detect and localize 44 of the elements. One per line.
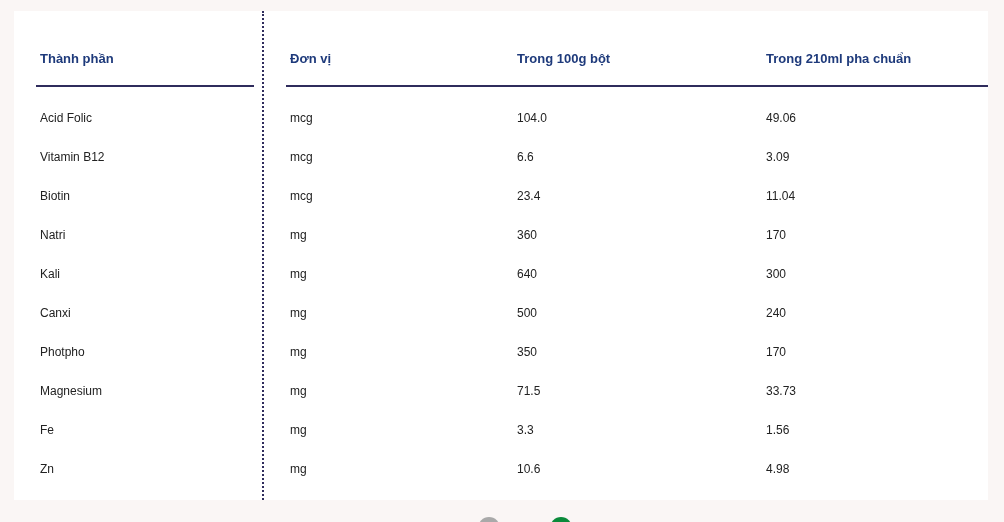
table-cell-text: mg [290,460,307,478]
table-cell-text: Photpho [40,343,85,361]
table-cell-text: Zn [40,460,54,478]
table-cell-text: Canxi [40,304,71,322]
table-cell-text: Kali [40,265,60,283]
table-cell-text: Natri [40,226,66,244]
table-cell-text: 10.6 [517,460,541,478]
column-header: Trong 100g bột [517,50,611,68]
table-cell-text: Magnesium [40,382,103,400]
column-header: Trong 210ml pha chuẩn [766,50,912,68]
table-cell-text: mg [290,382,307,400]
table-cell-text: 1.56 [766,421,790,439]
table-cell-text: 3.3 [517,421,534,439]
table-cell-text: 104.0 [517,109,548,127]
table-cell-text: mg [290,343,307,361]
table-cell-text: 640 [517,265,538,283]
table-cell-text: 6.6 [517,148,534,166]
table-cell-text: mg [290,226,307,244]
column-header: Thành phần [40,50,114,68]
table-cell-text: Vitamin B12 [40,148,105,166]
table-cell-text: 11.04 [766,187,796,205]
table-cell-text: mg [290,421,307,439]
table-cell-text: Acid Folic [40,109,92,127]
table-cell-text: 350 [517,343,538,361]
table-cell-text: 500 [517,304,538,322]
table-cell-text: 170 [766,226,787,244]
table-cell-text: 3.09 [766,148,790,166]
table-cell-text: mg [290,304,307,322]
table-cell-text: Fe [40,421,54,439]
table-cell-text: 33.73 [766,382,797,400]
table-cell-text: 49.06 [766,109,797,127]
column-header: Đơn vị [290,50,332,68]
table-cell-text: mg [290,265,307,283]
table-cell-text: 360 [517,226,538,244]
table-cell-text: mcg [290,109,313,127]
table-cell-text: 170 [766,343,787,361]
table-cell-text: mcg [290,187,313,205]
table-cell-text: 300 [766,265,787,283]
table-cell-text: 4.98 [766,460,790,478]
table-cell-text: 71.5 [517,382,541,400]
table-cell-text: 23.4 [517,187,541,205]
table-cell-text: Biotin [40,187,71,205]
table-cell-text: mcg [290,148,313,166]
table-cell-text: 240 [766,304,787,322]
